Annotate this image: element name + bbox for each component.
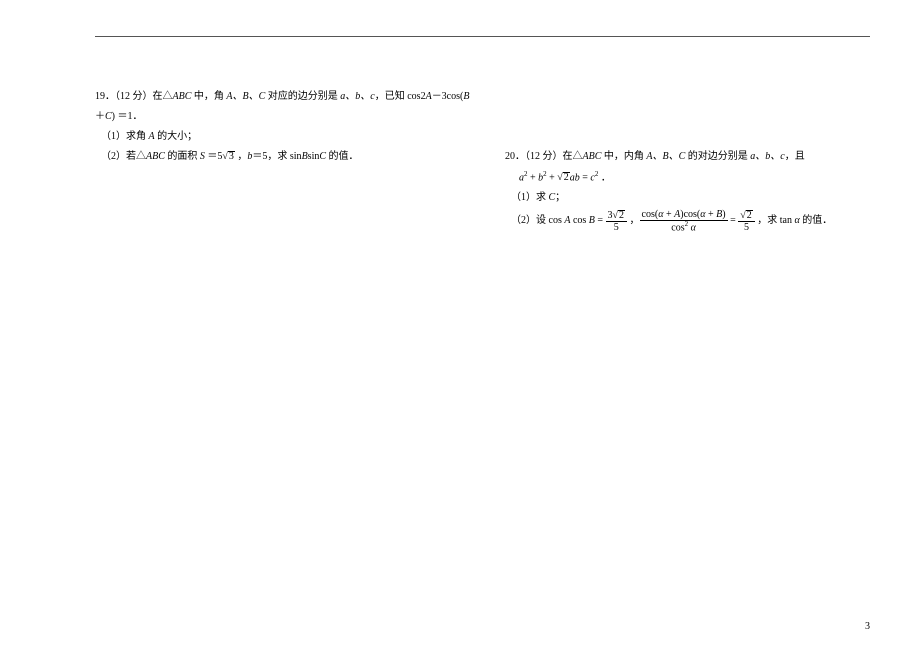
- txt: +: [528, 172, 539, 183]
- txt: （2）若△: [101, 151, 146, 162]
- txt: （2）设 cos: [511, 215, 564, 226]
- txt: 的大小；: [155, 131, 198, 142]
- q19-sub1: （1）求角 A 的大小；: [95, 127, 415, 147]
- txt: ＝5: [205, 151, 223, 162]
- page-number: 3: [865, 621, 870, 632]
- txt: =: [580, 172, 591, 183]
- txt: 中，角: [191, 91, 226, 102]
- plus: +: [663, 209, 674, 220]
- cos: cos: [671, 222, 684, 233]
- q20-eq-line: a2 + b2 + 2ab = c2 ．: [505, 167, 835, 188]
- txt: 中，内角: [601, 151, 646, 162]
- var-ab: ab: [570, 172, 580, 183]
- q20-sub2: （2）设 cos A cos B = 325 ，cos(α + A)cos(α …: [505, 208, 835, 234]
- column-left: 19．（12 分）在△ABC 中，角 A、B、C 对应的边分别是 a、b、c，已…: [95, 87, 415, 234]
- q20-number: 20: [505, 151, 515, 162]
- txt: ＝5，求 sin: [252, 151, 301, 162]
- A: A: [674, 209, 680, 220]
- q19-sub2: （2）若△ABC 的面积 S ＝53 ，b＝5，求 sinBsinC 的值．: [95, 147, 415, 167]
- alpha: α: [691, 222, 696, 233]
- txt: ．: [598, 172, 611, 183]
- txt: =: [728, 215, 739, 226]
- txt: （1）求角: [101, 131, 149, 142]
- txt: ，求 tan: [755, 215, 795, 226]
- sup2: 2: [685, 220, 689, 228]
- B: B: [716, 209, 722, 220]
- txt: +: [547, 172, 558, 183]
- radicand: 2: [618, 210, 625, 221]
- txt: =: [595, 215, 606, 226]
- sqrt-icon: 3: [222, 147, 235, 167]
- txt: 在△: [563, 151, 583, 162]
- frac-den: cos2 α: [640, 221, 728, 233]
- txt: ．: [105, 91, 115, 102]
- txt: 的值．: [800, 215, 833, 226]
- radicand: 2: [746, 210, 753, 221]
- var-C: C: [319, 151, 326, 162]
- txt: ，且: [785, 151, 805, 162]
- frac-num: 32: [606, 210, 628, 222]
- txt: （1）求: [511, 192, 549, 203]
- sides: a、b、c: [750, 151, 784, 162]
- cos: cos: [642, 209, 655, 220]
- var-b: B: [463, 91, 469, 102]
- txt: ＋: [95, 111, 105, 122]
- sqrt-icon: 2: [557, 168, 570, 188]
- q19-number: 19: [95, 91, 105, 102]
- triangle-abc: ABC: [173, 91, 192, 102]
- q20-sub1: （1）求 C；: [505, 188, 835, 208]
- txt: 的面积: [165, 151, 200, 162]
- txt: sin: [308, 151, 320, 162]
- sqrt-icon: 2: [613, 210, 626, 221]
- txt: ) ＝1．: [112, 111, 143, 122]
- frac-num: cos(α + A)cos(α + B): [640, 209, 728, 221]
- txt: ；: [555, 192, 565, 203]
- radicand: 2: [563, 172, 570, 183]
- q20-line1: 20．（12 分）在△ABC 中，内角 A、B、C 的对边分别是 a、b、c，且: [505, 147, 835, 167]
- column-right: 20．（12 分）在△ABC 中，内角 A、B、C 的对边分别是 a、b、c，且…: [505, 87, 835, 234]
- cos: cos: [684, 209, 697, 220]
- txt: 在△: [153, 91, 173, 102]
- triangle-abc: ABC: [583, 151, 602, 162]
- radicand: 3: [228, 151, 235, 162]
- txt: 的对边分别是: [685, 151, 750, 162]
- sides: a、b、c: [340, 91, 374, 102]
- txt: ，: [235, 151, 248, 162]
- sqrt-icon: 2: [740, 210, 753, 221]
- frac-den: 5: [738, 222, 755, 233]
- q19-line2: ＋C) ＝1．: [95, 107, 415, 127]
- angles: A、B、C: [226, 91, 265, 102]
- q19-line1: 19．（12 分）在△ABC 中，角 A、B、C 对应的边分别是 a、b、c，已…: [95, 87, 415, 107]
- two-column-layout: 19．（12 分）在△ABC 中，角 A、B、C 对应的边分别是 a、b、c，已…: [95, 87, 870, 234]
- fraction-3: 25: [738, 210, 755, 233]
- fraction-2: cos(α + A)cos(α + B)cos2 α: [640, 209, 728, 233]
- frac-num: 2: [738, 210, 755, 222]
- txt: －3cos(: [432, 91, 464, 102]
- document-page: 19．（12 分）在△ABC 中，角 A、B、C 对应的边分别是 a、b、c，已…: [95, 36, 870, 234]
- txt: 的值．: [326, 151, 359, 162]
- txt: ．: [515, 151, 525, 162]
- tri: ABC: [146, 151, 165, 162]
- frac-den: 5: [606, 222, 628, 233]
- txt: 对应的边分别是: [265, 91, 340, 102]
- txt: ，: [627, 215, 640, 226]
- angles: A、B、C: [646, 151, 685, 162]
- plus: +: [706, 209, 717, 220]
- fraction-1: 325: [606, 210, 628, 233]
- q19-points: （12 分）: [115, 91, 153, 102]
- var-c: C: [105, 111, 112, 122]
- txt: cos: [570, 215, 588, 226]
- q20-points: （12 分）: [525, 151, 563, 162]
- txt: ，已知 cos2: [375, 91, 426, 102]
